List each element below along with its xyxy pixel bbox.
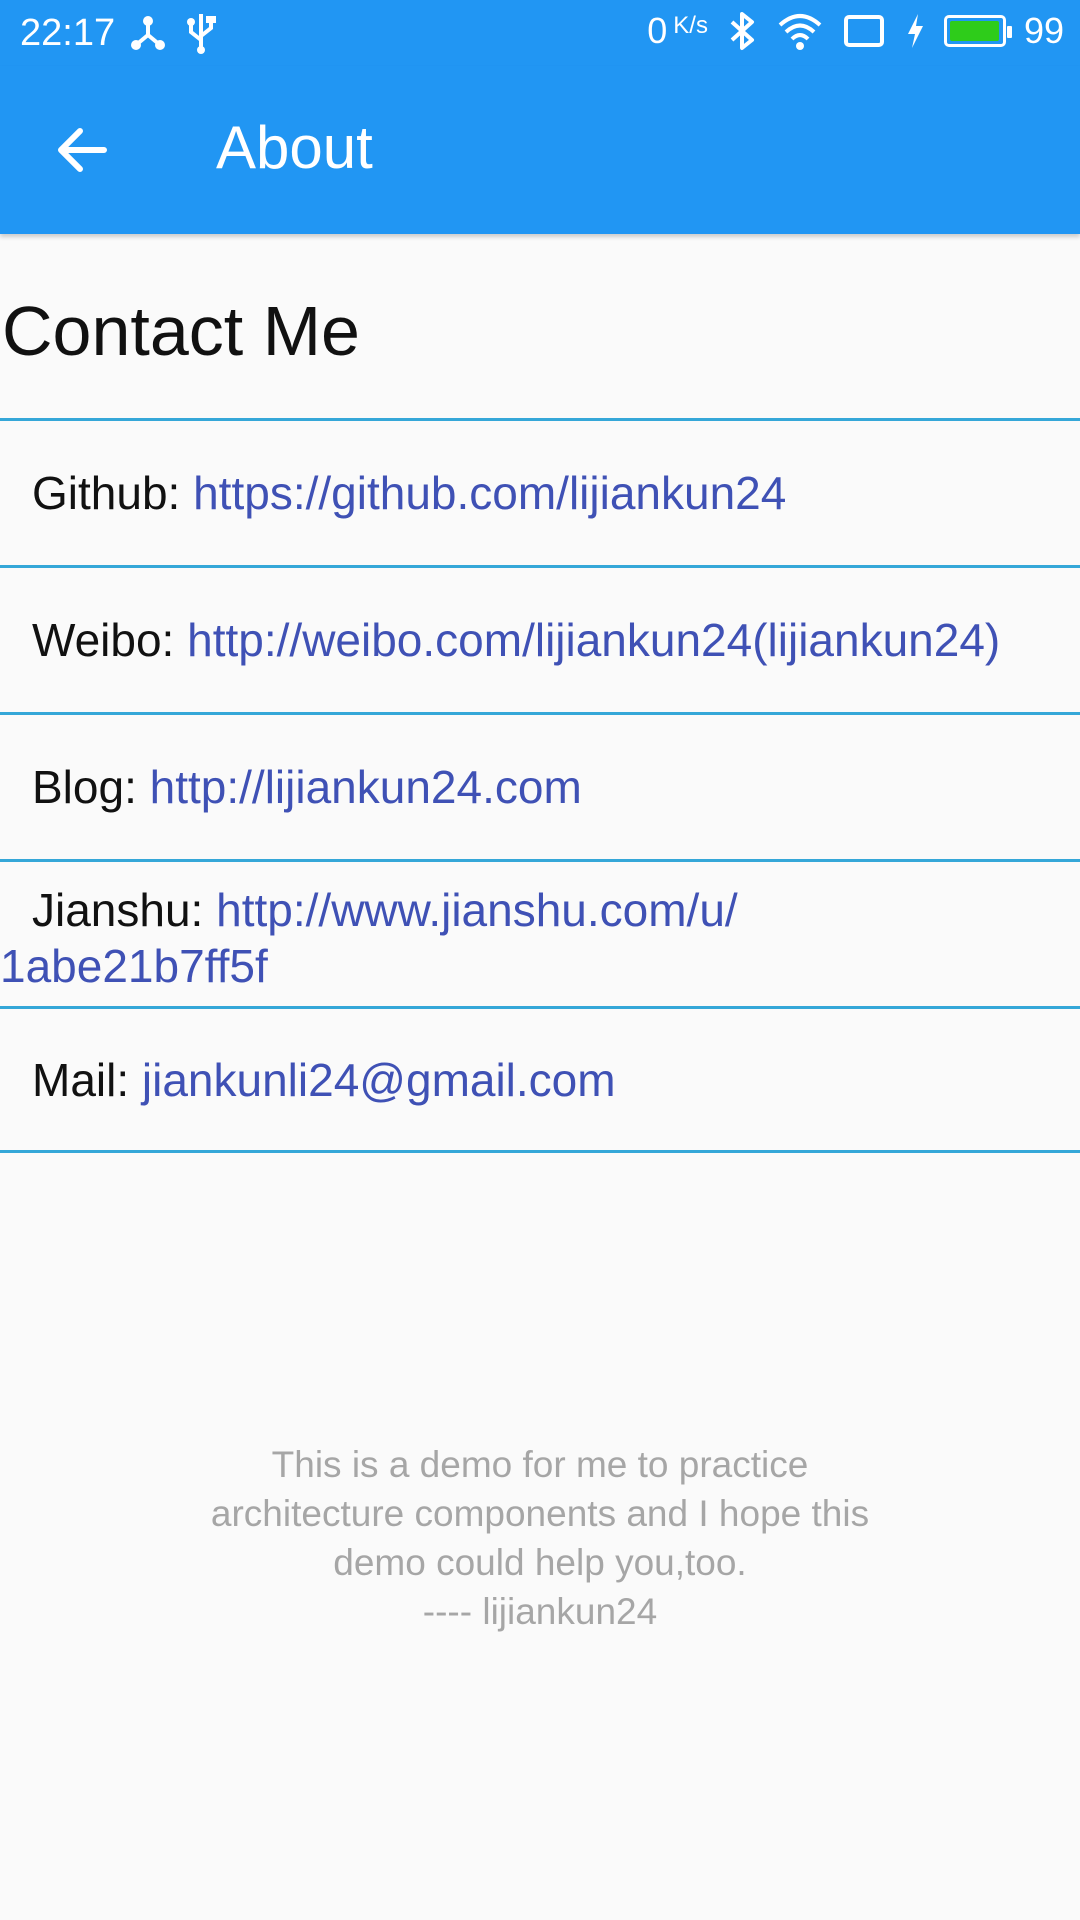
contact-label: Jianshu: bbox=[32, 884, 217, 936]
status-left-icons bbox=[128, 12, 216, 54]
battery-percent: 99 bbox=[1023, 10, 1064, 51]
status-time: 22:17 bbox=[20, 12, 116, 54]
status-right: 0 K/s 99 bbox=[647, 10, 1064, 52]
blog-link[interactable]: http://lijiankun24.com bbox=[150, 761, 582, 813]
weibo-link[interactable]: http://weibo.com/lijiankun24(lijiankun24… bbox=[187, 614, 1000, 666]
page-title: About bbox=[216, 114, 373, 181]
network-speed-value: 0 bbox=[647, 10, 668, 51]
footer-line: demo could help you,too. bbox=[333, 1542, 747, 1583]
arrow-back-icon bbox=[58, 128, 107, 172]
network-speed: 0 K/s bbox=[647, 10, 708, 52]
footer-text: This is a demo for me to practice archit… bbox=[120, 1440, 960, 1636]
usb-share-icon bbox=[131, 16, 165, 50]
bluetooth-icon bbox=[730, 12, 754, 50]
content: Contact Me Github: https://github.com/li… bbox=[0, 234, 1080, 1153]
network-speed-unit: K/s bbox=[673, 12, 708, 39]
back-button[interactable] bbox=[52, 120, 112, 180]
battery-icon bbox=[943, 15, 1012, 47]
contact-label: Weibo: bbox=[32, 614, 188, 666]
battery-fill bbox=[949, 21, 1000, 41]
app-bar: About bbox=[0, 66, 1080, 234]
usb-icon bbox=[187, 14, 216, 54]
footer-signature: ---- lijiankun24 bbox=[422, 1591, 658, 1632]
footer-line: This is a demo for me to practice bbox=[271, 1444, 809, 1485]
contact-item-blog: Blog: http://lijiankun24.com bbox=[0, 712, 1080, 859]
contact-item-github: Github: https://github.com/lijiankun24 bbox=[0, 418, 1080, 565]
contact-label: Github: bbox=[32, 467, 194, 519]
contact-label: Mail: bbox=[32, 1053, 142, 1106]
contact-item-mail: Mail: jiankunli24@gmail.com bbox=[0, 1006, 1080, 1153]
github-link[interactable]: https://github.com/lijiankun24 bbox=[193, 467, 786, 519]
contact-label: Blog: bbox=[32, 761, 150, 813]
footer-line: architecture components and I hope this bbox=[210, 1493, 870, 1534]
wifi-icon bbox=[778, 14, 822, 50]
screen-cast-icon bbox=[843, 15, 884, 47]
section-title: Contact Me bbox=[2, 292, 360, 370]
contact-item-jianshu: Jianshu: http://www.jianshu.com/u/1abe21… bbox=[0, 859, 1080, 1006]
contact-item-weibo: Weibo: http://weibo.com/lijiankun24(liji… bbox=[0, 565, 1080, 712]
status-bar: 22:17 0 K/s 99 bbox=[0, 0, 1080, 66]
charging-icon bbox=[907, 14, 923, 48]
mail-link[interactable]: jiankunli24@gmail.com bbox=[142, 1054, 616, 1106]
contact-list: Github: https://github.com/lijiankun24 W… bbox=[0, 418, 1080, 1153]
